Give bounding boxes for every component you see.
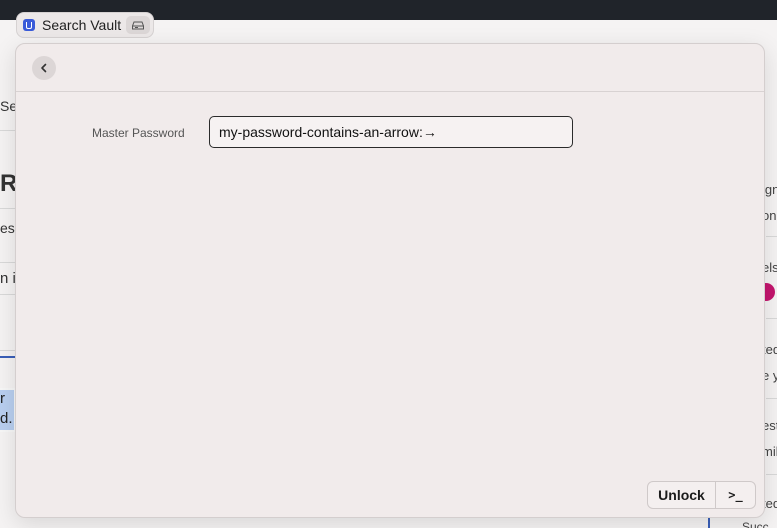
action-button-group: Unlock >_ bbox=[647, 481, 756, 509]
master-password-input[interactable] bbox=[209, 116, 573, 148]
bg-text-fragment: Succ bbox=[742, 520, 769, 528]
bg-selected-line: r a bbox=[0, 390, 14, 410]
drive-icon[interactable] bbox=[126, 16, 150, 34]
bg-text-fragment: n in bbox=[0, 270, 16, 287]
back-button[interactable] bbox=[32, 56, 56, 80]
drive-icon-glyph bbox=[132, 21, 144, 29]
bg-divider bbox=[766, 236, 777, 237]
bg-focus-line bbox=[0, 356, 16, 358]
search-vault-tab[interactable]: Search Vault bbox=[16, 12, 154, 38]
bg-divider bbox=[0, 294, 16, 295]
bg-divider bbox=[0, 262, 16, 263]
unlock-button[interactable]: Unlock bbox=[648, 482, 716, 508]
unlock-dialog: Master Password Unlock >_ bbox=[15, 43, 765, 518]
terminal-button[interactable]: >_ bbox=[716, 482, 755, 508]
bg-divider bbox=[0, 208, 16, 209]
bg-divider bbox=[766, 398, 777, 399]
bg-divider bbox=[766, 474, 777, 475]
chevron-left-icon bbox=[41, 63, 47, 73]
bg-divider bbox=[0, 130, 16, 131]
tab-label: Search Vault bbox=[42, 17, 122, 33]
bg-divider bbox=[0, 350, 16, 351]
app-logo-icon bbox=[23, 19, 35, 31]
bg-text-fragment: ess bbox=[0, 220, 16, 236]
dialog-header bbox=[16, 44, 764, 92]
bg-divider bbox=[766, 318, 777, 319]
master-password-label: Master Password bbox=[92, 126, 185, 140]
bg-selected-line: d. bbox=[0, 410, 14, 430]
